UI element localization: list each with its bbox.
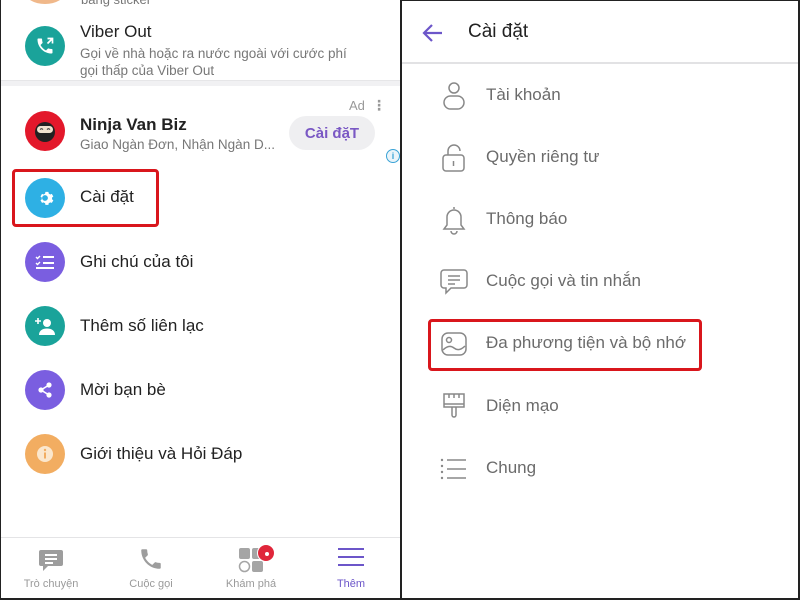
ninja-van-avatar bbox=[25, 111, 65, 151]
settings-item-privacy[interactable]: Quyền riêng tư bbox=[402, 133, 798, 183]
chat-icon bbox=[37, 546, 65, 579]
menu-label: Ghi chú của tôi bbox=[80, 252, 194, 271]
menu-item-add-contact[interactable]: Thêm số liên lạc bbox=[1, 294, 400, 358]
viber-out-subtitle-2: gọi thấp của Viber Out bbox=[80, 63, 215, 78]
menu-item-settings[interactable]: Cài đặt bbox=[1, 166, 400, 230]
settings-item-calls-messages[interactable]: Cuộc gọi và tin nhắn bbox=[402, 257, 798, 307]
sticker-icon bbox=[25, 0, 65, 4]
ad-subtitle: Giao Ngàn Đơn, Nhận Ngàn D... bbox=[80, 137, 275, 152]
settings-label: Diện mạo bbox=[486, 396, 559, 415]
message-icon bbox=[440, 267, 468, 297]
bell-icon bbox=[440, 205, 468, 235]
notification-badge bbox=[257, 544, 275, 562]
partial-list-item[interactable]: bằng sticker bbox=[1, 0, 400, 7]
image-icon bbox=[440, 329, 468, 359]
settings-item-notifications[interactable]: Thông báo bbox=[402, 195, 798, 245]
menu-item-notes[interactable]: Ghi chú của tôi bbox=[1, 230, 400, 294]
tab-chats[interactable]: Trò chuyện bbox=[1, 538, 101, 598]
tab-calls[interactable]: Cuộc gọi bbox=[101, 538, 201, 598]
tab-more[interactable]: Thêm bbox=[301, 538, 400, 598]
user-icon bbox=[440, 81, 468, 111]
viber-out-subtitle-1: Gọi về nhà hoặc ra nước ngoài với cước p… bbox=[80, 46, 347, 61]
tab-label: Khám phá bbox=[225, 578, 277, 590]
section-divider bbox=[1, 80, 400, 86]
checklist-icon bbox=[25, 242, 65, 282]
ad-badge: Ad bbox=[349, 98, 365, 113]
more-screen: bằng sticker Viber Out Gọi về nhà hoặc r… bbox=[0, 0, 400, 600]
lock-icon bbox=[440, 143, 468, 173]
gear-icon bbox=[25, 178, 65, 218]
menu-label: Mời bạn bè bbox=[80, 380, 166, 399]
settings-item-media-storage[interactable]: Đa phương tiện và bộ nhớ bbox=[402, 319, 798, 369]
settings-label: Quyền riêng tư bbox=[486, 147, 600, 166]
page-title: Cài đặt bbox=[468, 21, 529, 42]
arrow-left-icon[interactable] bbox=[422, 23, 446, 45]
settings-label: Cuộc gọi và tin nhắn bbox=[486, 271, 641, 290]
settings-item-account[interactable]: Tài khoản bbox=[402, 71, 798, 121]
menu-item-about[interactable]: Giới thiệu và Hỏi Đáp bbox=[1, 422, 400, 486]
phone-outgoing-icon bbox=[25, 26, 65, 66]
ad-info-icon[interactable]: i bbox=[386, 149, 400, 163]
settings-label: Thông báo bbox=[486, 209, 568, 228]
viber-out-item[interactable]: Viber Out Gọi về nhà hoặc ra nước ngoài … bbox=[1, 14, 400, 78]
tab-label: Cuộc gọi bbox=[129, 578, 173, 590]
share-icon bbox=[25, 370, 65, 410]
tab-label: Trò chuyện bbox=[23, 578, 79, 590]
partial-item-subtitle: bằng sticker bbox=[81, 0, 151, 7]
settings-item-appearance[interactable]: Diện mạo bbox=[402, 382, 798, 432]
settings-label: Đa phương tiện và bộ nhớ bbox=[486, 333, 687, 352]
brush-icon bbox=[440, 392, 468, 422]
tab-label: Thêm bbox=[336, 578, 366, 590]
tab-explore[interactable]: Khám phá bbox=[201, 538, 301, 598]
settings-header: Cài đặt bbox=[402, 1, 798, 64]
settings-label: Tài khoản bbox=[486, 85, 561, 104]
list-icon bbox=[440, 454, 468, 484]
add-contact-icon bbox=[25, 306, 65, 346]
viber-out-title: Viber Out bbox=[80, 22, 152, 41]
settings-item-general[interactable]: Chung bbox=[402, 444, 798, 494]
ad-title: Ninja Van Biz bbox=[80, 115, 187, 134]
menu-label: Cài đặt bbox=[80, 187, 134, 206]
menu-label: Giới thiệu và Hỏi Đáp bbox=[80, 444, 243, 463]
menu-label: Thêm số liên lạc bbox=[80, 316, 204, 335]
settings-screen: Cài đặt Tài khoản Quyền riêng tư Thông b… bbox=[401, 0, 800, 600]
phone-icon bbox=[138, 546, 164, 577]
menu-item-invite[interactable]: Mời bạn bè bbox=[1, 358, 400, 422]
menu-icon bbox=[338, 546, 364, 573]
install-button[interactable]: Cài đặT bbox=[289, 116, 375, 150]
settings-label: Chung bbox=[486, 458, 537, 477]
bottom-navigation: Trò chuyện Cuộc gọi Khám phá Thêm bbox=[1, 537, 400, 598]
info-icon bbox=[25, 434, 65, 474]
more-options-icon[interactable]: ⋮ bbox=[372, 98, 386, 112]
